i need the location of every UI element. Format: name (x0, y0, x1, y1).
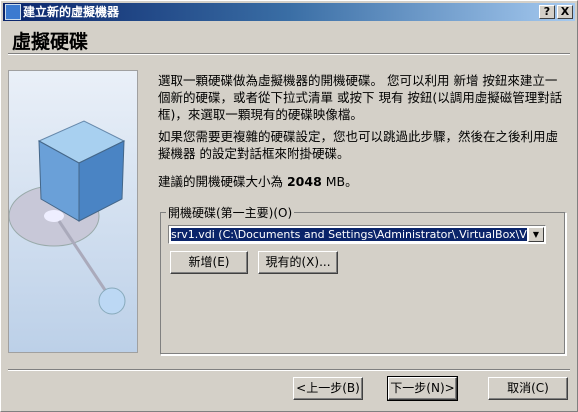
instruction-paragraph-1: 選取一顆硬碟做為虛擬機器的開機硬碟。 您可以利用 新增 按鈕來建立一個新的硬碟，… (158, 73, 563, 122)
back-button[interactable]: <上一步(B) (293, 377, 363, 400)
close-button[interactable]: X (557, 5, 573, 19)
header-divider (8, 53, 570, 55)
new-disk-button[interactable]: 新增(E) (170, 251, 248, 274)
page-title: 虛擬硬碟 (12, 31, 89, 53)
boot-disk-selected: srv1.vdi (C:\Documents and Settings\Admi… (170, 227, 528, 242)
title-bar: 建立新的虛擬機器 ? X (3, 3, 575, 21)
cancel-button[interactable]: 取消(C) (488, 377, 568, 400)
footer-divider (8, 369, 570, 371)
recommended-size-unit: MB。 (321, 174, 358, 189)
recommended-size-label: 建議的開機硬碟大小為 (158, 174, 287, 189)
boot-disk-group-label: 開機硬碟(第一主要)(O) (166, 204, 295, 221)
window-title: 建立新的虛擬機器 (23, 5, 120, 19)
wizard-illustration (8, 70, 138, 353)
recommended-size-value: 2048 (286, 174, 322, 189)
virtualbox-app-icon (5, 4, 21, 20)
help-button[interactable]: ? (539, 5, 555, 19)
instruction-paragraph-2: 如果您需要更複雜的硬碟設定，您也可以跳過此步驟，然後在之後利用虛擬機器 的設定對… (158, 129, 559, 161)
chevron-down-icon[interactable]: ▼ (528, 227, 544, 242)
existing-disk-button[interactable]: 現有的(X)... (258, 251, 338, 274)
recommended-size-text: 建議的開機硬碟大小為 2048 MB。 (158, 173, 563, 190)
next-button[interactable]: 下一步(N)> (387, 376, 458, 401)
boot-disk-dropdown[interactable]: srv1.vdi (C:\Documents and Settings\Admi… (168, 225, 546, 244)
